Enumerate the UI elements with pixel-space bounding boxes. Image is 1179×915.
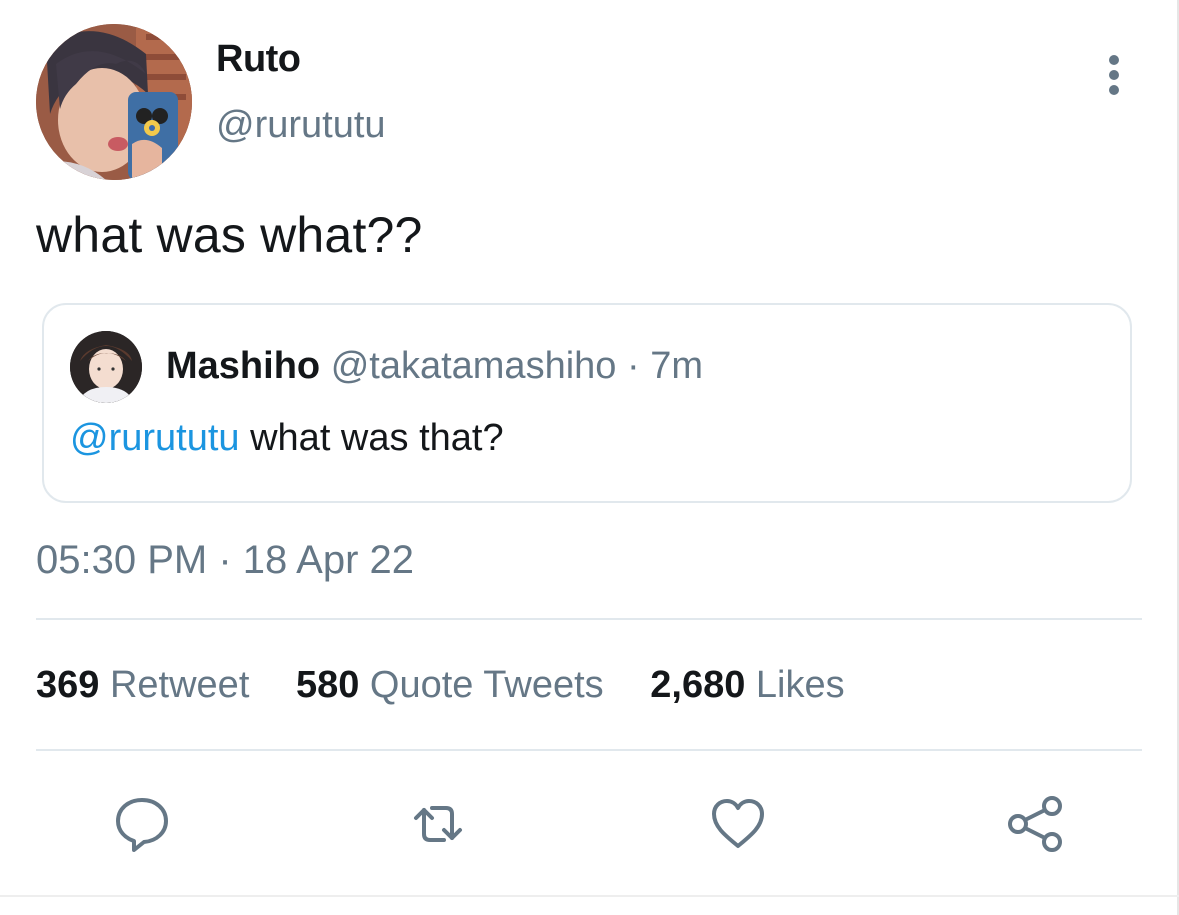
share-button[interactable] [1004,792,1068,856]
retweet-count: 369 [36,664,100,706]
reply-button[interactable] [110,792,174,856]
tweet-timestamp: 05:30 PM · 18 Apr 22 [36,538,415,582]
quoted-mention-link[interactable]: @rurututu [70,417,240,459]
bottom-edge-border [0,895,1179,897]
quote-tweets-stat[interactable]: 580 Quote Tweets [296,664,604,707]
share-icon [1004,792,1068,856]
like-button[interactable] [706,792,770,856]
quoted-tweet-body: @rurututu what was that? [70,417,504,460]
tweet-stats: 369 Retweet 580 Quote Tweets 2,680 Likes [36,664,881,707]
divider-bottom [36,749,1142,751]
more-vertical-icon [1096,55,1132,104]
author-avatar[interactable] [36,24,192,180]
retweet-stat[interactable]: 369 Retweet [36,664,249,707]
quoted-author-handle[interactable]: @takatamashiho [331,345,617,387]
tweet-text: what was what?? [36,207,423,263]
quoted-tweet-header: Mashiho @takatamashiho · 7m [166,345,703,388]
retweet-button[interactable] [406,792,470,856]
author-display-name[interactable]: Ruto [216,38,301,81]
quoted-tweet-card[interactable]: Mashiho @takatamashiho · 7m @rurututu wh… [42,303,1132,503]
quoted-tweet-text: what was that? [250,417,504,459]
quoted-separator: · [626,345,640,387]
quoted-tweet-time: 7m [650,345,703,387]
retweet-label: Retweet [109,664,250,706]
quoted-author-avatar[interactable] [70,331,142,403]
author-handle[interactable]: @rurututu [216,104,386,147]
heart-icon [706,792,770,856]
quote-tweets-count: 580 [295,664,360,706]
quote-tweets-label: Quote Tweets [369,664,604,706]
retweet-icon [406,792,470,856]
divider-top [36,618,1142,620]
likes-stat[interactable]: 2,680 Likes [650,664,844,707]
more-options-button[interactable] [1096,52,1132,100]
likes-count: 2,680 [650,664,746,706]
quoted-author-name[interactable]: Mashiho [166,345,320,387]
likes-label: Likes [755,664,845,706]
reply-icon [110,792,174,856]
